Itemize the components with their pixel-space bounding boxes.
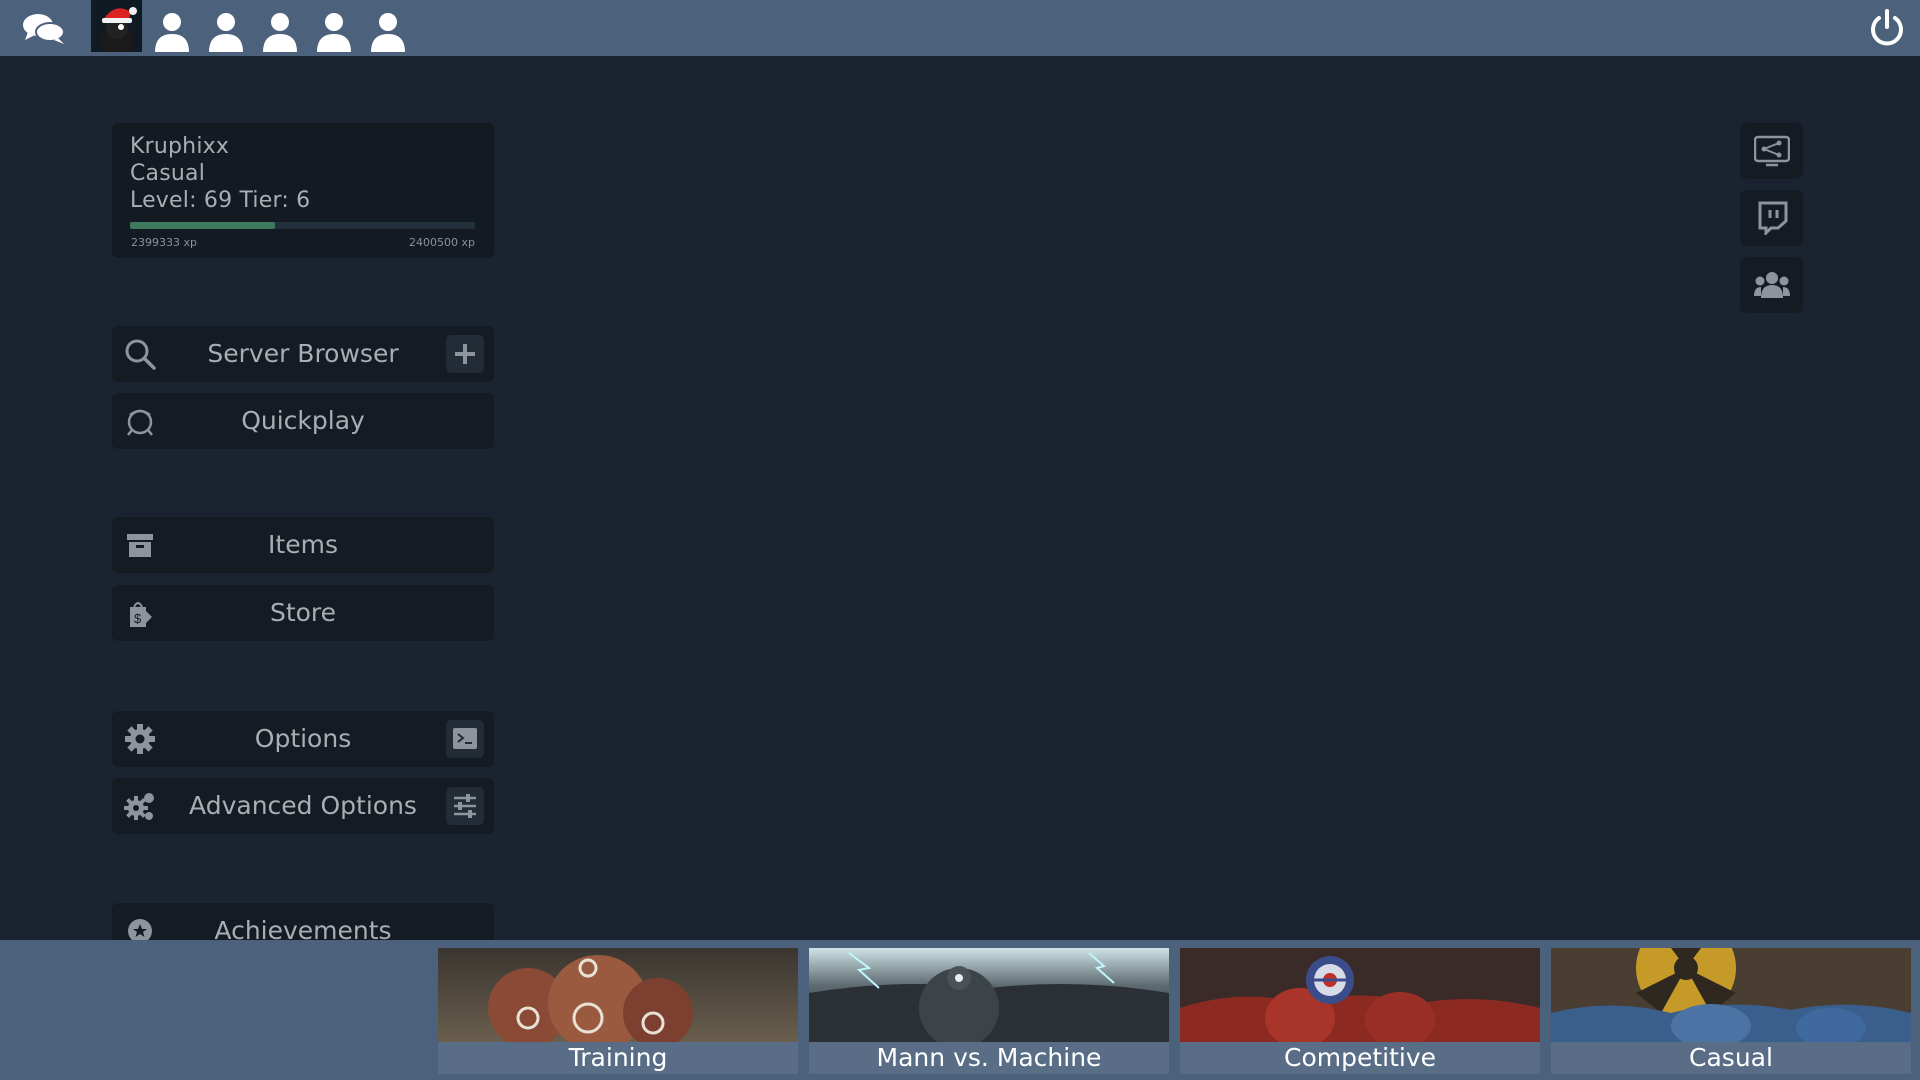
options-label: Options (254, 724, 352, 753)
mode-label-competitive: Competitive (1180, 1042, 1540, 1074)
console-button[interactable] (446, 720, 484, 758)
party-slot-icon[interactable] (206, 10, 246, 52)
sliders-icon (454, 794, 476, 818)
options-button[interactable]: Options (112, 711, 494, 767)
mode-card-casual[interactable]: Casual (1551, 948, 1911, 1074)
xp-progress-fill (130, 222, 275, 229)
xp-progress-bar (130, 222, 475, 229)
quickplay-label: Quickplay (241, 406, 365, 435)
advanced-options-button[interactable]: Advanced Options (112, 778, 494, 834)
twitch-button[interactable] (1740, 190, 1803, 246)
terminal-icon (453, 728, 477, 749)
player-mode: Casual (130, 161, 206, 186)
server-browser-label: Server Browser (207, 339, 399, 368)
santa-hat-avatar-icon (91, 0, 142, 54)
settings-sliders-button[interactable] (446, 787, 484, 825)
mode-card-mvm[interactable]: Mann vs. Machine (809, 948, 1169, 1074)
training-artwork (438, 948, 798, 1042)
xp-current-label: 2399333 xp (131, 236, 197, 249)
party-slot-icon[interactable] (314, 10, 354, 52)
group-users-icon (1754, 272, 1790, 298)
twitch-icon (1758, 201, 1788, 235)
items-label: Items (268, 530, 338, 559)
quickplay-button[interactable]: Quickplay (112, 393, 494, 449)
store-button[interactable]: $ Store (112, 585, 494, 641)
player-name: Kruphixx (130, 134, 230, 159)
mode-card-training[interactable]: Training (438, 948, 798, 1074)
chat-icon[interactable] (20, 8, 68, 48)
power-icon[interactable] (1868, 8, 1906, 48)
server-browser-button[interactable]: Server Browser (112, 326, 494, 382)
community-button[interactable] (1740, 257, 1803, 313)
player-profile-panel: Kruphixx Casual Level: 69 Tier: 6 239933… (112, 123, 494, 258)
top-bar (0, 0, 1920, 56)
xp-next-label: 2400500 xp (409, 236, 475, 249)
replay-share-icon (1754, 135, 1790, 167)
store-label: Store (269, 598, 337, 627)
plus-icon (455, 344, 475, 364)
party-slot-icon[interactable] (260, 10, 300, 52)
items-button[interactable]: Items (112, 517, 494, 573)
casual-artwork (1551, 948, 1911, 1042)
mode-label-training: Training (438, 1042, 798, 1074)
advanced-options-label: Advanced Options (189, 791, 417, 820)
mode-label-casual: Casual (1551, 1042, 1911, 1074)
mode-card-competitive[interactable]: Competitive (1180, 948, 1540, 1074)
competitive-artwork (1180, 948, 1540, 1042)
player-avatar[interactable] (91, 0, 142, 54)
replay-button[interactable] (1740, 123, 1803, 179)
mvm-artwork (809, 948, 1169, 1042)
mode-label-mvm: Mann vs. Machine (809, 1042, 1169, 1074)
create-server-button[interactable] (446, 335, 484, 373)
player-level-tier: Level: 69 Tier: 6 (130, 188, 311, 213)
party-slot-icon[interactable] (368, 10, 408, 52)
party-slot-icon[interactable] (152, 10, 192, 52)
game-mode-bar: Training Mann vs. Machine Competitive Ca… (0, 940, 1920, 1080)
